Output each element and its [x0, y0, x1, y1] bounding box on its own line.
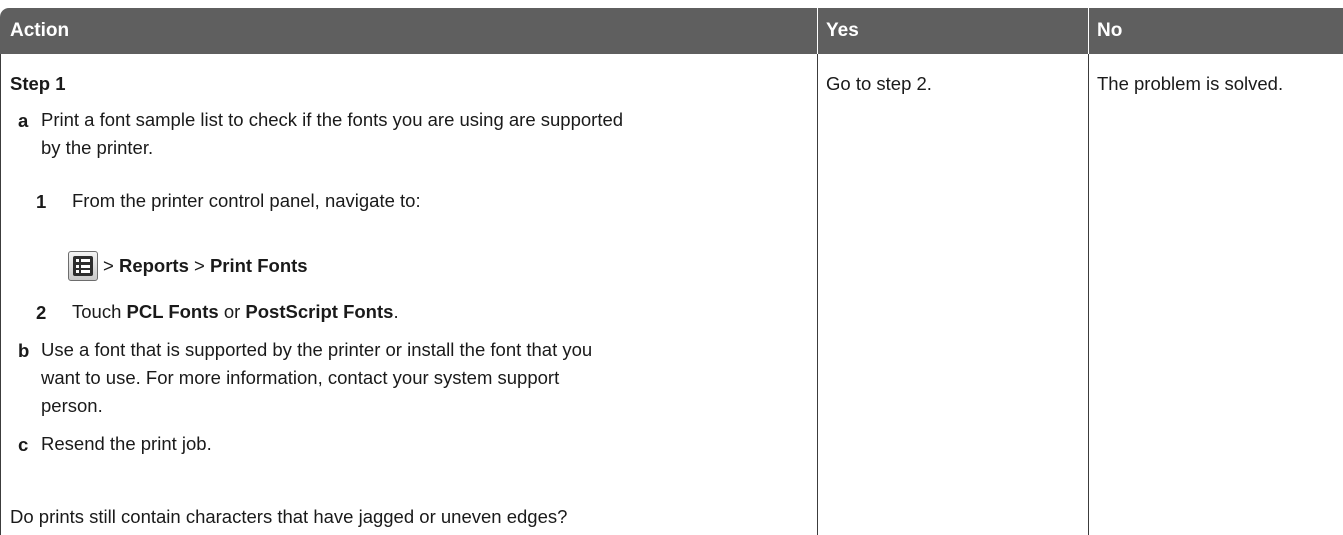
column-divider	[0, 54, 1, 535]
step-b-line1: Use a font that is supported by the prin…	[41, 339, 593, 360]
step-question: Do prints still contain characters that …	[10, 506, 568, 527]
step-a-line2: by the printer.	[41, 137, 154, 158]
column-divider	[1088, 54, 1089, 535]
list-letter-b: b	[18, 340, 30, 361]
table-header: Action Yes No	[0, 8, 1343, 54]
substep-1-text: From the printer control panel, navigate…	[72, 190, 421, 211]
substep-number-2: 2	[36, 302, 47, 323]
yes-answer: Go to step 2.	[826, 73, 932, 94]
header-no: No	[1097, 20, 1123, 41]
step-b-line2: want to use. For more information, conta…	[41, 367, 560, 388]
navigation-path: > Reports > Print Fonts	[103, 252, 308, 280]
step-title: Step 1	[10, 73, 66, 94]
substep-number-1: 1	[36, 191, 47, 212]
pcl-fonts: PCL Fonts	[126, 301, 219, 322]
menu-list-icon	[68, 251, 98, 281]
troubleshooting-table: Action Yes No Step 1 a Print a font samp…	[0, 0, 1343, 535]
step-a-line1: Print a font sample list to check if the…	[41, 109, 624, 130]
step-b-line3: person.	[41, 395, 103, 416]
substep-2-text: Touch PCL Fonts or PostScript Fonts.	[72, 298, 399, 326]
header-yes: Yes	[826, 20, 859, 41]
substep-2-touch: Touch	[72, 301, 127, 322]
header-divider	[817, 8, 818, 54]
header-action: Action	[10, 20, 70, 41]
no-answer: The problem is solved.	[1097, 73, 1284, 94]
header-divider	[1088, 8, 1089, 54]
step-c-text: Resend the print job.	[41, 433, 212, 454]
postscript-fonts: PostScript Fonts	[245, 301, 394, 322]
nav-reports: Reports	[118, 255, 189, 276]
substep-2-or: or	[218, 301, 246, 322]
list-letter-a: a	[18, 110, 29, 131]
list-letter-c: c	[18, 434, 29, 455]
nav-print-fonts: Print Fonts	[209, 255, 308, 276]
nav-separator: >	[103, 255, 119, 276]
nav-separator: >	[188, 255, 210, 276]
substep-2-end: .	[393, 301, 399, 322]
column-divider	[817, 54, 818, 535]
